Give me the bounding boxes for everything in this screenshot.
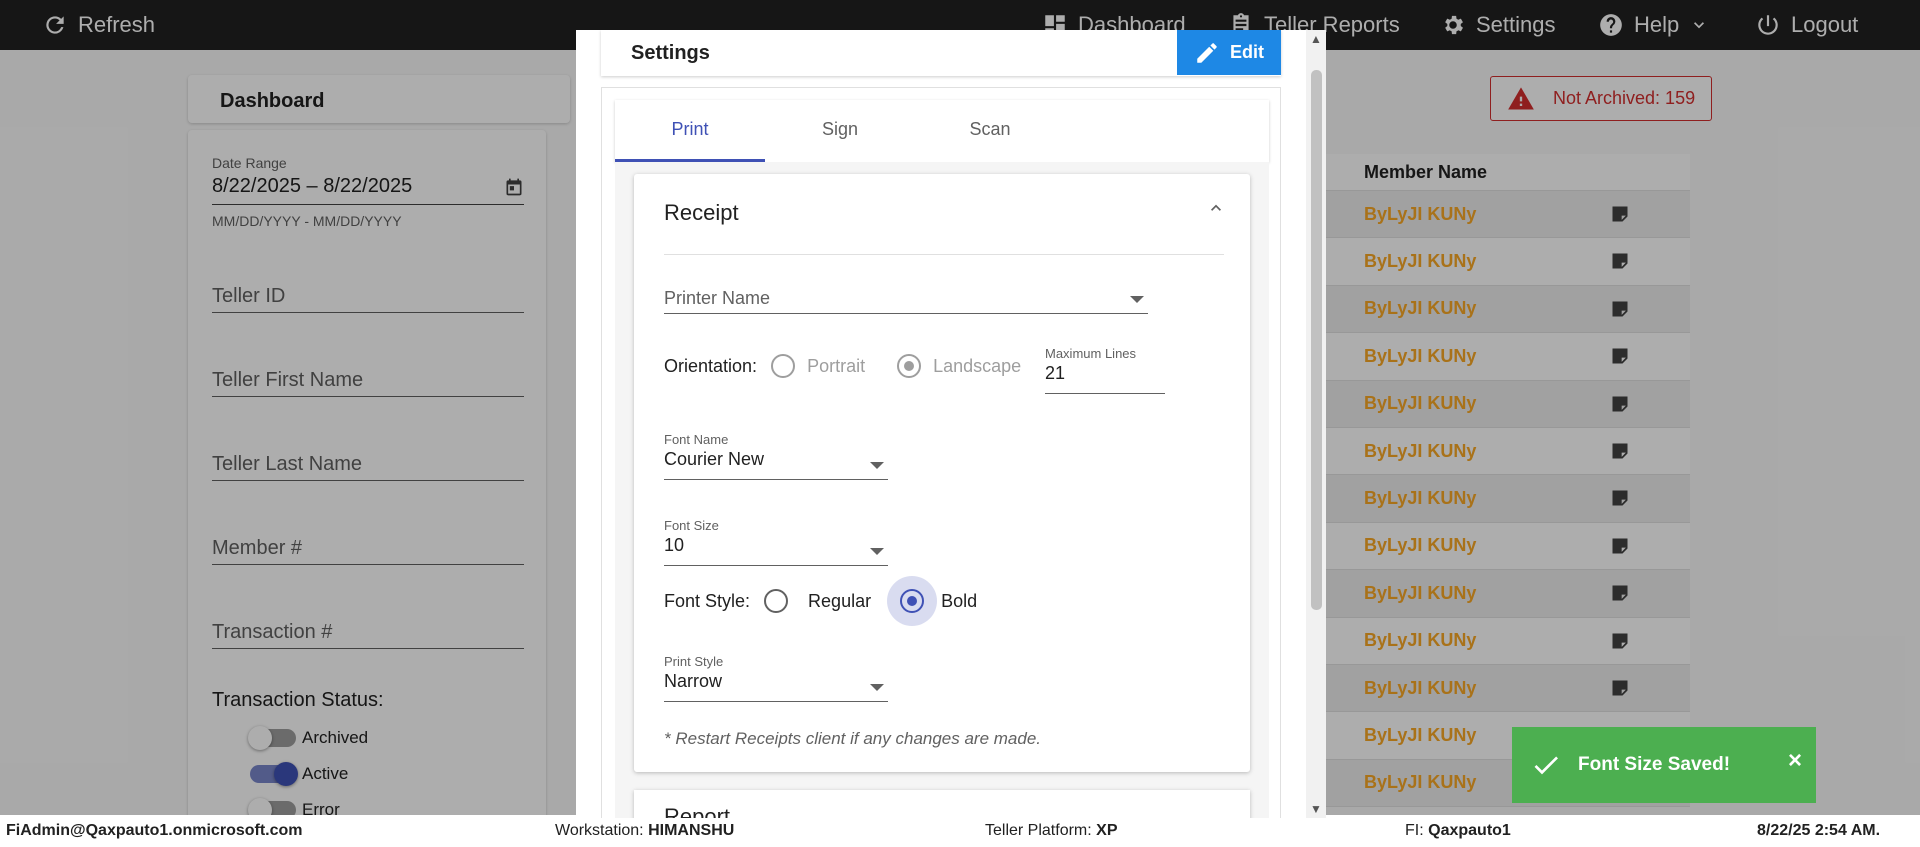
maximum-lines-field[interactable]: Maximum Lines 21	[1045, 346, 1165, 394]
scrollbar-thumb[interactable]	[1311, 70, 1322, 610]
tab-scan[interactable]: Scan	[915, 100, 1065, 162]
font-name-label: Font Name	[664, 432, 729, 447]
regular-radio[interactable]	[764, 589, 789, 613]
settings-modal: Settings Edit Print Sign Scan Receipt Pr…	[576, 30, 1326, 818]
landscape-label: Landscape	[933, 355, 1022, 376]
settings-title: Settings	[631, 41, 710, 64]
settings-tabs: Print Sign Scan	[615, 100, 1269, 162]
scroll-up-arrow-icon[interactable]: ▲	[1310, 32, 1322, 46]
check-icon	[1534, 756, 1558, 775]
pencil-icon	[1197, 42, 1217, 63]
tab-print[interactable]: Print	[615, 100, 765, 162]
maximum-lines-value: 21	[1045, 363, 1066, 383]
printer-name-placeholder: Printer Name	[664, 288, 771, 308]
font-name-select[interactable]: Font Name Courier New	[664, 432, 888, 480]
bold-radio-ripple[interactable]	[887, 576, 938, 626]
font-size-value: 10	[664, 535, 685, 555]
report-section[interactable]: Report	[634, 790, 1250, 818]
status-bar: FiAdmin@Qaxpauto1.onmicrosoft.com Workst…	[0, 815, 1920, 847]
settings-body: Print Sign Scan Receipt Printer Name Ori…	[601, 87, 1281, 818]
bold-radio[interactable]	[900, 589, 925, 613]
status-workstation: Workstation: HIMANSHU	[555, 822, 734, 840]
bold-label: Bold	[941, 590, 978, 611]
landscape-radio[interactable]	[897, 354, 922, 378]
edit-button[interactable]: Edit	[1177, 30, 1281, 75]
dropdown-arrow-icon	[870, 684, 884, 691]
toast-notification: Font Size Saved! ×	[1512, 727, 1816, 803]
orientation-label: Orientation:	[664, 355, 758, 376]
fi-label: FI:	[1405, 822, 1424, 839]
print-style-value: Narrow	[664, 671, 723, 691]
toast-message: Font Size Saved!	[1578, 754, 1731, 775]
fi-value: Qaxpauto1	[1428, 822, 1511, 839]
font-style-row: Font Style: Regular Bold	[664, 576, 977, 626]
edit-label: Edit	[1230, 42, 1264, 62]
receipt-title: Receipt	[664, 200, 739, 225]
tab-sign[interactable]: Sign	[765, 100, 915, 162]
orientation-row: Orientation: Portrait Landscape	[664, 354, 1021, 378]
workstation-value: HIMANSHU	[648, 822, 735, 839]
toast-close-button[interactable]: ×	[1788, 747, 1802, 775]
dropdown-arrow-icon	[870, 548, 884, 555]
portrait-label: Portrait	[807, 355, 866, 376]
print-style-select[interactable]: Print Style Narrow	[664, 654, 888, 702]
platform-value: XP	[1096, 822, 1118, 839]
report-title: Report	[664, 804, 731, 818]
divider	[664, 254, 1224, 255]
printer-name-select[interactable]: Printer Name	[664, 282, 1148, 314]
chevron-up-icon[interactable]	[1206, 198, 1226, 218]
settings-header: Settings Edit	[601, 30, 1281, 76]
modal-scrollbar[interactable]: ▲ ▼	[1306, 30, 1326, 818]
dropdown-arrow-icon	[1130, 296, 1144, 303]
font-size-select[interactable]: Font Size 10	[664, 518, 888, 566]
maximum-lines-label: Maximum Lines	[1045, 346, 1137, 361]
platform-label: Teller Platform:	[985, 822, 1092, 839]
restart-note: * Restart Receipts client if any changes…	[664, 729, 1042, 748]
dropdown-arrow-icon	[870, 462, 884, 469]
status-platform: Teller Platform: XP	[985, 822, 1118, 840]
regular-label: Regular	[808, 590, 872, 611]
font-style-label: Font Style:	[664, 590, 751, 611]
receipt-section: Receipt Printer Name Orientation: Portra…	[634, 174, 1250, 772]
scroll-down-arrow-icon[interactable]: ▼	[1310, 802, 1322, 816]
status-datetime: 8/22/25 2:54 AM.	[1757, 822, 1881, 839]
portrait-radio[interactable]	[771, 354, 796, 378]
status-user: FiAdmin@Qaxpauto1.onmicrosoft.com	[6, 822, 303, 839]
font-size-label: Font Size	[664, 518, 719, 533]
workstation-label: Workstation:	[555, 822, 644, 839]
print-style-label: Print Style	[664, 654, 724, 669]
font-name-value: Courier New	[664, 449, 765, 469]
status-fi: FI: Qaxpauto1	[1405, 822, 1511, 840]
